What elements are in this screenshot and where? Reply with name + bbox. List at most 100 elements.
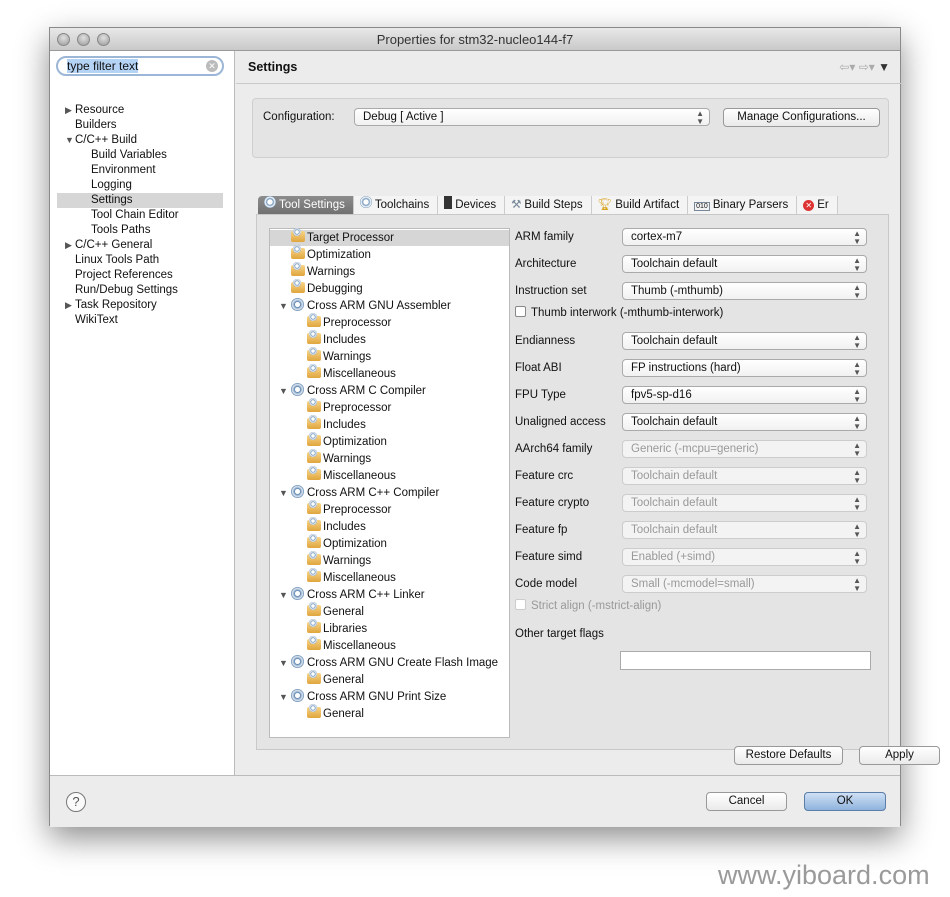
sidebar-item[interactable]: Linux Tools Path (57, 253, 223, 268)
help-icon[interactable]: ? (66, 792, 86, 812)
expanded-arrow-icon[interactable]: ▼ (279, 383, 288, 399)
other-target-flags-input[interactable] (620, 651, 871, 670)
filter-input[interactable]: type filter text ✕ (56, 56, 224, 76)
tree-item-label: Target Processor (307, 232, 394, 244)
option-folder-icon (307, 517, 321, 531)
close-window-button[interactable] (57, 33, 70, 46)
tree-item[interactable]: Target Processor (270, 228, 509, 246)
tab-build-artifact[interactable]: 🏆︎ Build Artifact (591, 196, 689, 215)
tab-toolchains[interactable]: Toolchains (353, 196, 439, 215)
up-down-arrows-icon: ▲ ▼ (853, 495, 861, 512)
architecture-select[interactable]: Toolchain default ▲ ▼ (622, 255, 867, 273)
tree-item-content: Cross ARM C Compiler (291, 383, 426, 399)
select-value: FP instructions (hard) (631, 362, 741, 374)
select-value: Thumb (-mthumb) (631, 285, 724, 297)
configuration-select[interactable]: Debug [ Active ] ▲ ▼ (354, 108, 710, 126)
sidebar-item[interactable]: Logging (57, 178, 223, 193)
code-model-select: Small (-mcmodel=small) ▲ ▼ (622, 575, 867, 593)
field-label: Code model (515, 578, 578, 590)
tab-devices[interactable]: Devices (438, 196, 506, 215)
tree-item-label: Cross ARM GNU Assembler (307, 300, 451, 312)
field-label: AArch64 family (515, 443, 593, 455)
option-folder-icon (307, 670, 321, 684)
instruction-set-select[interactable]: Thumb (-mthumb) ▲ ▼ (622, 282, 867, 300)
minimize-window-button[interactable] (77, 33, 90, 46)
sidebar-item[interactable]: Settings (57, 193, 223, 208)
sidebar-item[interactable]: ▶ Resource (57, 103, 223, 118)
tool-settings-panel: Target Processor Optimization Warnings Debu… (256, 214, 889, 750)
clear-icon[interactable]: ✕ (206, 60, 218, 72)
sidebar-item[interactable]: ▶ C/C++ General (57, 238, 223, 253)
sidebar-item[interactable]: Builders (57, 118, 223, 133)
float-abi-select[interactable]: FP instructions (hard) ▲ ▼ (622, 359, 867, 377)
option-folder-icon (307, 432, 321, 446)
expanded-arrow-icon[interactable]: ▼ (279, 689, 288, 705)
sidebar-item-label: WikiText (75, 314, 118, 326)
tree-item-label: Warnings (323, 555, 372, 567)
fpu-type-select[interactable]: fpv5-sp-d16 ▲ ▼ (622, 386, 867, 404)
ok-button[interactable]: OK (804, 792, 886, 811)
properties-window: Properties for stm32-nucleo144-f7 type f… (49, 27, 940, 827)
tree-item-content: Includes (307, 517, 366, 535)
dialog-footer: ? Cancel OK (50, 775, 900, 827)
tab-er[interactable]: ✕ Er (797, 196, 838, 215)
apply-button[interactable]: Apply (859, 746, 940, 765)
zoom-window-button[interactable] (97, 33, 110, 46)
option-folder-icon (307, 364, 321, 378)
select-value: Toolchain default (631, 258, 718, 270)
tree-item-content: Includes (307, 415, 366, 433)
collapsed-arrow-icon[interactable]: ▶ (65, 103, 72, 118)
expanded-arrow-icon[interactable]: ▼ (279, 485, 288, 501)
sidebar-item-label: Run/Debug Settings (75, 284, 178, 296)
tree-item-content: Miscellaneous (307, 466, 396, 484)
tool-tree: Target Processor Optimization Warnings Debu… (269, 228, 510, 738)
sidebar-item-label: Tools Paths (91, 224, 151, 236)
gear-icon (359, 196, 372, 215)
field-label: Float ABI (515, 362, 562, 374)
sidebar-item[interactable]: Environment (57, 163, 223, 178)
unaligned-access-select[interactable]: Toolchain default ▲ ▼ (622, 413, 867, 431)
sidebar-item[interactable]: ▼ C/C++ Build (57, 133, 223, 148)
sidebar-item[interactable]: Project References (57, 268, 223, 283)
expanded-arrow-icon[interactable]: ▼ (279, 655, 288, 671)
select-value: Small (-mcmodel=small) (631, 578, 755, 590)
collapsed-arrow-icon[interactable]: ▶ (65, 298, 72, 313)
arm-family-select[interactable]: cortex-m7 ▲ ▼ (622, 228, 867, 246)
tab-tool-settings[interactable]: Tool Settings (258, 196, 354, 215)
filter-text: type filter text (67, 59, 139, 73)
title-bar: Properties for stm32-nucleo144-f7 (50, 28, 900, 51)
manage-configurations-button[interactable]: Manage Configurations... (723, 108, 880, 127)
tab-build-steps[interactable]: ⚒ Build Steps (505, 196, 592, 215)
sidebar-item[interactable]: WikiText (57, 313, 223, 328)
option-folder-icon (307, 330, 321, 344)
up-down-arrows-icon: ▲ ▼ (853, 549, 861, 566)
option-folder-icon (307, 449, 321, 463)
endianness-select[interactable]: Toolchain default ▲ ▼ (622, 332, 867, 350)
option-folder-icon (307, 619, 321, 633)
sidebar-item[interactable]: Tool Chain Editor (57, 208, 223, 223)
sidebar-item-label: C/C++ General (75, 239, 153, 251)
cancel-button[interactable]: Cancel (706, 792, 787, 811)
tree-item-label: Miscellaneous (323, 368, 396, 380)
checkbox[interactable] (515, 306, 526, 317)
sidebar-item-label: Task Repository (75, 299, 157, 311)
tab-binary-parsers[interactable]: 010 Binary Parsers (688, 196, 798, 215)
expanded-arrow-icon[interactable]: ▼ (65, 133, 74, 148)
sidebar-item[interactable]: Run/Debug Settings (57, 283, 223, 298)
checkbox-row[interactable]: Thumb interwork (-mthumb-interwork) (515, 305, 723, 321)
binary-icon: 010 (694, 201, 710, 211)
expanded-arrow-icon[interactable]: ▼ (279, 298, 288, 314)
restore-defaults-button[interactable]: Restore Defaults (734, 746, 843, 765)
sidebar-item[interactable]: Build Variables (57, 148, 223, 163)
tab-strip: Tool Settings Toolchains Devices ⚒ Build Ste… (258, 196, 898, 215)
up-down-arrows-icon: ▲ ▼ (853, 229, 861, 246)
sidebar-item[interactable]: Tools Paths (57, 223, 223, 238)
history-nav[interactable]: ⇦▾ ⇨▾ ▼ (839, 51, 890, 84)
collapsed-arrow-icon[interactable]: ▶ (65, 238, 72, 253)
select-value: Toolchain default (631, 497, 718, 509)
sidebar-item[interactable]: ▶ Task Repository (57, 298, 223, 313)
expanded-arrow-icon[interactable]: ▼ (279, 587, 288, 603)
option-folder-icon (291, 262, 305, 276)
up-down-arrows-icon: ▲ ▼ (853, 576, 861, 593)
tab-label: Binary Parsers (712, 199, 789, 211)
